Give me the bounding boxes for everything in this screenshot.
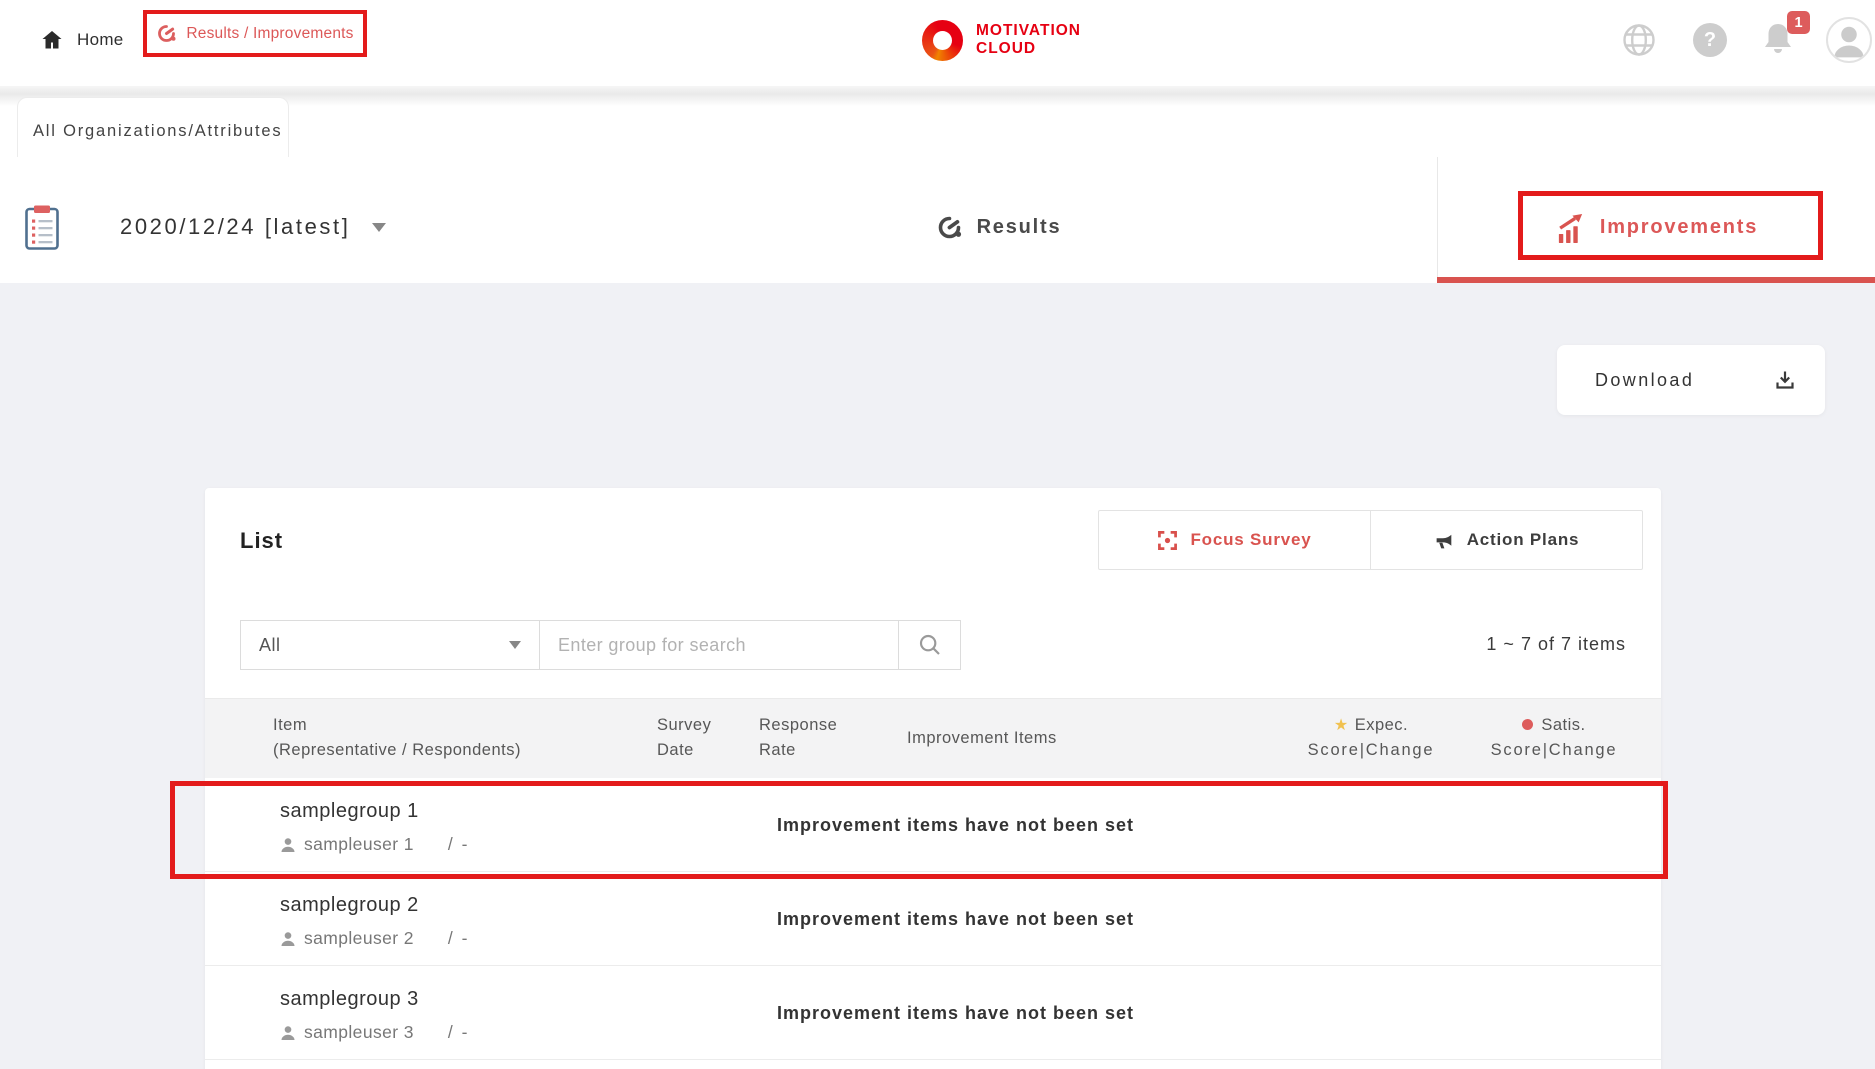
respondents-ratio: / - xyxy=(448,928,470,949)
avatar[interactable] xyxy=(1826,17,1872,63)
nav-results-improvements[interactable]: Results / Improvements xyxy=(143,10,367,57)
search-icon xyxy=(917,632,943,658)
tab-improvements[interactable]: Improvements xyxy=(1438,157,1875,283)
nav-results-improvements-label: Results / Improvements xyxy=(186,25,353,43)
gauge-icon xyxy=(936,214,963,241)
column-satis: Satis. Score|Change xyxy=(1472,713,1636,763)
column-expec: ★ Expec. Score|Change xyxy=(1289,713,1453,763)
expec-score-change: Score|Change xyxy=(1289,738,1453,763)
table-row-samplegroup-2[interactable]: samplegroup 2 sampleuser 2 / - Improveme… xyxy=(205,872,1661,966)
clipboard-icon xyxy=(24,204,60,251)
satis-score-change: Score|Change xyxy=(1472,738,1636,763)
download-icon xyxy=(1773,368,1797,392)
improvement-status: Improvement items have not been set xyxy=(777,815,1134,836)
list-card: List Focus Survey xyxy=(205,488,1661,1069)
improvement-status: Improvement items have not been set xyxy=(777,1003,1134,1024)
home-label: Home xyxy=(77,30,124,50)
group-name: samplegroup 3 xyxy=(280,988,419,1011)
logo-ring-icon xyxy=(922,20,963,61)
representative-name: sampleuser 1 xyxy=(304,834,414,855)
app-header: Home Results / Improvements MOTIVATION C… xyxy=(0,0,1875,80)
filter-dropdown[interactable]: All xyxy=(240,620,540,670)
table-header: Item (Representative / Respondents) Surv… xyxy=(205,698,1661,778)
gauge-icon xyxy=(156,23,177,44)
search-button[interactable] xyxy=(898,620,961,670)
representative-name: sampleuser 3 xyxy=(304,1022,414,1043)
active-tab-underline xyxy=(1437,277,1875,283)
caret-down-icon xyxy=(509,641,521,649)
table-body: samplegroup 1 sampleuser 1 / - Improveme… xyxy=(205,778,1661,1060)
home-icon xyxy=(40,28,64,52)
logo-text-line1: MOTIVATION xyxy=(976,22,1081,40)
respondents-ratio: / - xyxy=(448,834,470,855)
column-item: Item (Representative / Respondents) xyxy=(273,713,521,763)
satis-dot-icon xyxy=(1522,719,1533,730)
focus-survey-label: Focus Survey xyxy=(1190,530,1311,550)
items-count: 1 ~ 7 of 7 items xyxy=(1486,634,1626,655)
help-button[interactable]: ? xyxy=(1693,23,1727,57)
expec-label: Expec. xyxy=(1355,716,1408,734)
action-plans-button[interactable]: Action Plans xyxy=(1370,511,1642,569)
column-item-line2: (Representative / Respondents) xyxy=(273,738,521,763)
logo-text-line2: CLOUD xyxy=(976,40,1081,58)
group-name: samplegroup 1 xyxy=(280,800,419,823)
language-globe-button[interactable] xyxy=(1622,23,1656,57)
user-icon xyxy=(280,1025,296,1041)
improvement-status: Improvement items have not been set xyxy=(777,909,1134,930)
respondents-ratio: / - xyxy=(448,1022,470,1043)
download-button[interactable]: Download xyxy=(1557,345,1825,415)
survey-date-value: 2020/12/24 [latest] xyxy=(120,214,350,240)
breadcrumb: All Organizations/Attributes xyxy=(33,122,282,141)
column-response-rate: Response Rate xyxy=(759,713,863,763)
satis-label: Satis. xyxy=(1541,716,1585,734)
user-icon xyxy=(280,837,296,853)
star-icon: ★ xyxy=(1334,717,1349,734)
brand-logo: MOTIVATION CLOUD xyxy=(922,0,1081,80)
chart-up-icon xyxy=(1555,212,1586,243)
nav-home[interactable]: Home xyxy=(40,0,124,80)
user-icon xyxy=(280,931,296,947)
help-icon: ? xyxy=(1704,29,1716,52)
column-item-line1: Item xyxy=(273,713,521,738)
focus-icon xyxy=(1157,530,1178,551)
caret-down-icon xyxy=(372,223,386,232)
page: Home Results / Improvements MOTIVATION C… xyxy=(0,0,1875,1069)
search-input[interactable] xyxy=(539,620,899,670)
column-improvement-items: Improvement Items xyxy=(907,726,1057,751)
table-row-samplegroup-1[interactable]: samplegroup 1 sampleuser 1 / - Improveme… xyxy=(205,778,1661,872)
filter-value: All xyxy=(259,635,509,656)
tab-improvements-label: Improvements xyxy=(1600,216,1758,239)
breadcrumb-section: All Organizations/Attributes xyxy=(0,80,1875,157)
survey-date-selector[interactable]: 2020/12/24 [latest] xyxy=(120,157,386,283)
representative-name: sampleuser 2 xyxy=(304,928,414,949)
notification-badge: 1 xyxy=(1787,11,1810,34)
column-survey-date: Survey Date xyxy=(657,713,739,763)
list-title: List xyxy=(240,528,283,554)
group-name: samplegroup 2 xyxy=(280,894,419,917)
user-avatar-icon xyxy=(1828,19,1870,61)
list-actions: Focus Survey Action Plans xyxy=(1098,510,1643,570)
action-plans-label: Action Plans xyxy=(1467,530,1580,550)
focus-survey-button[interactable]: Focus Survey xyxy=(1099,511,1370,569)
download-label: Download xyxy=(1595,370,1694,391)
table-row-samplegroup-3[interactable]: samplegroup 3 sampleuser 3 / - Improveme… xyxy=(205,966,1661,1060)
notifications-button[interactable]: 1 xyxy=(1760,20,1808,64)
tab-results[interactable]: Results xyxy=(560,157,1437,283)
tab-results-label: Results xyxy=(977,216,1062,239)
megaphone-icon xyxy=(1434,530,1455,551)
globe-icon xyxy=(1622,23,1656,57)
survey-selector-bar: 2020/12/24 [latest] Results I xyxy=(0,157,1875,283)
